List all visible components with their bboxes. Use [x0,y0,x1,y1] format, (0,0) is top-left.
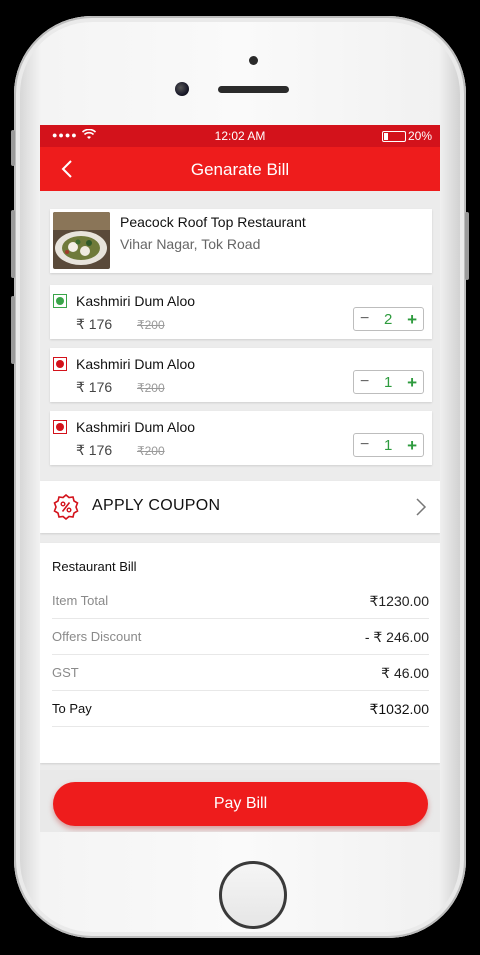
item-price: ₹ 176 [76,316,113,332]
list-item: Kashmiri Dum Aloo ₹ 176 ₹200 − 2 + [50,285,432,339]
page-title: Genarate Bill [190,160,290,179]
bill-row-to-pay: To Pay ₹1032.00 [52,691,429,727]
quantity-value: 2 [384,310,393,328]
bill-heading: Restaurant Bill [52,559,137,574]
increase-button[interactable]: + [407,311,417,328]
bill-row-gst: GST ₹ 46.00 [52,655,429,691]
app-header: Genarate Bill [40,147,440,191]
bill-row-offers-discount: Offers Discount - ₹ 246.00 [52,619,429,655]
pay-area: Pay Bill [40,770,440,832]
veg-icon [53,294,67,308]
app-screen: ●●●● 12:02 AM 20% Genarate Bill Peacock … [40,125,440,832]
apply-coupon-label: APPLY COUPON [92,497,221,514]
quantity-stepper: − 1 + [353,370,424,394]
battery-status: 20% [381,129,432,143]
non-veg-icon [53,357,67,371]
bill-row-value: ₹ 46.00 [381,665,429,681]
quantity-value: 1 [384,373,393,391]
item-old-price: ₹200 [137,318,165,332]
status-bar: ●●●● 12:02 AM 20% [40,125,440,147]
restaurant-address: Vihar Nagar, Tok Road [120,236,261,252]
bill-row-label: GST [52,665,79,680]
list-item: Kashmiri Dum Aloo ₹ 176 ₹200 − 1 + [50,411,432,465]
item-name: Kashmiri Dum Aloo [76,419,196,435]
pay-bill-button[interactable]: Pay Bill [53,782,428,826]
item-price: ₹ 176 [76,379,113,395]
status-time: 12:02 AM [214,129,266,143]
item-name: Kashmiri Dum Aloo [76,356,196,372]
restaurant-card: Peacock Roof Top Restaurant Vihar Nagar,… [50,209,432,273]
mute-switch [11,130,15,166]
item-old-price: ₹200 [137,444,165,458]
decrease-button[interactable]: − [360,374,369,390]
battery-percent: 20% [407,129,432,143]
power-button [465,212,469,280]
bill-row-item-total: Item Total ₹1230.00 [52,583,429,619]
quantity-stepper: − 2 + [353,307,424,331]
bill-row-label: Item Total [52,593,109,608]
front-camera [175,82,189,96]
bill-row-label: Offers Discount [52,629,142,644]
restaurant-name: Peacock Roof Top Restaurant [120,214,306,230]
quantity-value: 1 [384,436,393,454]
bill-row-value: ₹1230.00 [369,593,429,609]
discount-badge-icon [53,494,79,520]
restaurant-image [53,212,110,269]
battery-icon [381,130,406,142]
home-button[interactable] [219,861,287,929]
earpiece-speaker [218,86,289,93]
proximity-sensor [249,56,258,65]
volume-up-button [11,210,15,278]
restaurant-bill-card: Restaurant Bill Item Total ₹1230.00 Offe… [40,543,440,763]
item-name: Kashmiri Dum Aloo [76,293,196,309]
list-item: Kashmiri Dum Aloo ₹ 176 ₹200 − 1 + [50,348,432,402]
item-old-price: ₹200 [137,381,165,395]
bill-row-value: ₹1032.00 [369,701,429,717]
volume-down-button [11,296,15,364]
quantity-stepper: − 1 + [353,433,424,457]
chevron-right-icon [416,498,427,516]
apply-coupon-row[interactable]: APPLY COUPON [40,481,440,533]
decrease-button[interactable]: − [360,437,369,453]
increase-button[interactable]: + [407,374,417,391]
item-price: ₹ 176 [76,442,113,458]
bill-row-label: To Pay [52,701,92,716]
decrease-button[interactable]: − [360,311,369,327]
bill-row-value: - ₹ 246.00 [364,629,429,645]
non-veg-icon [53,420,67,434]
increase-button[interactable]: + [407,437,417,454]
